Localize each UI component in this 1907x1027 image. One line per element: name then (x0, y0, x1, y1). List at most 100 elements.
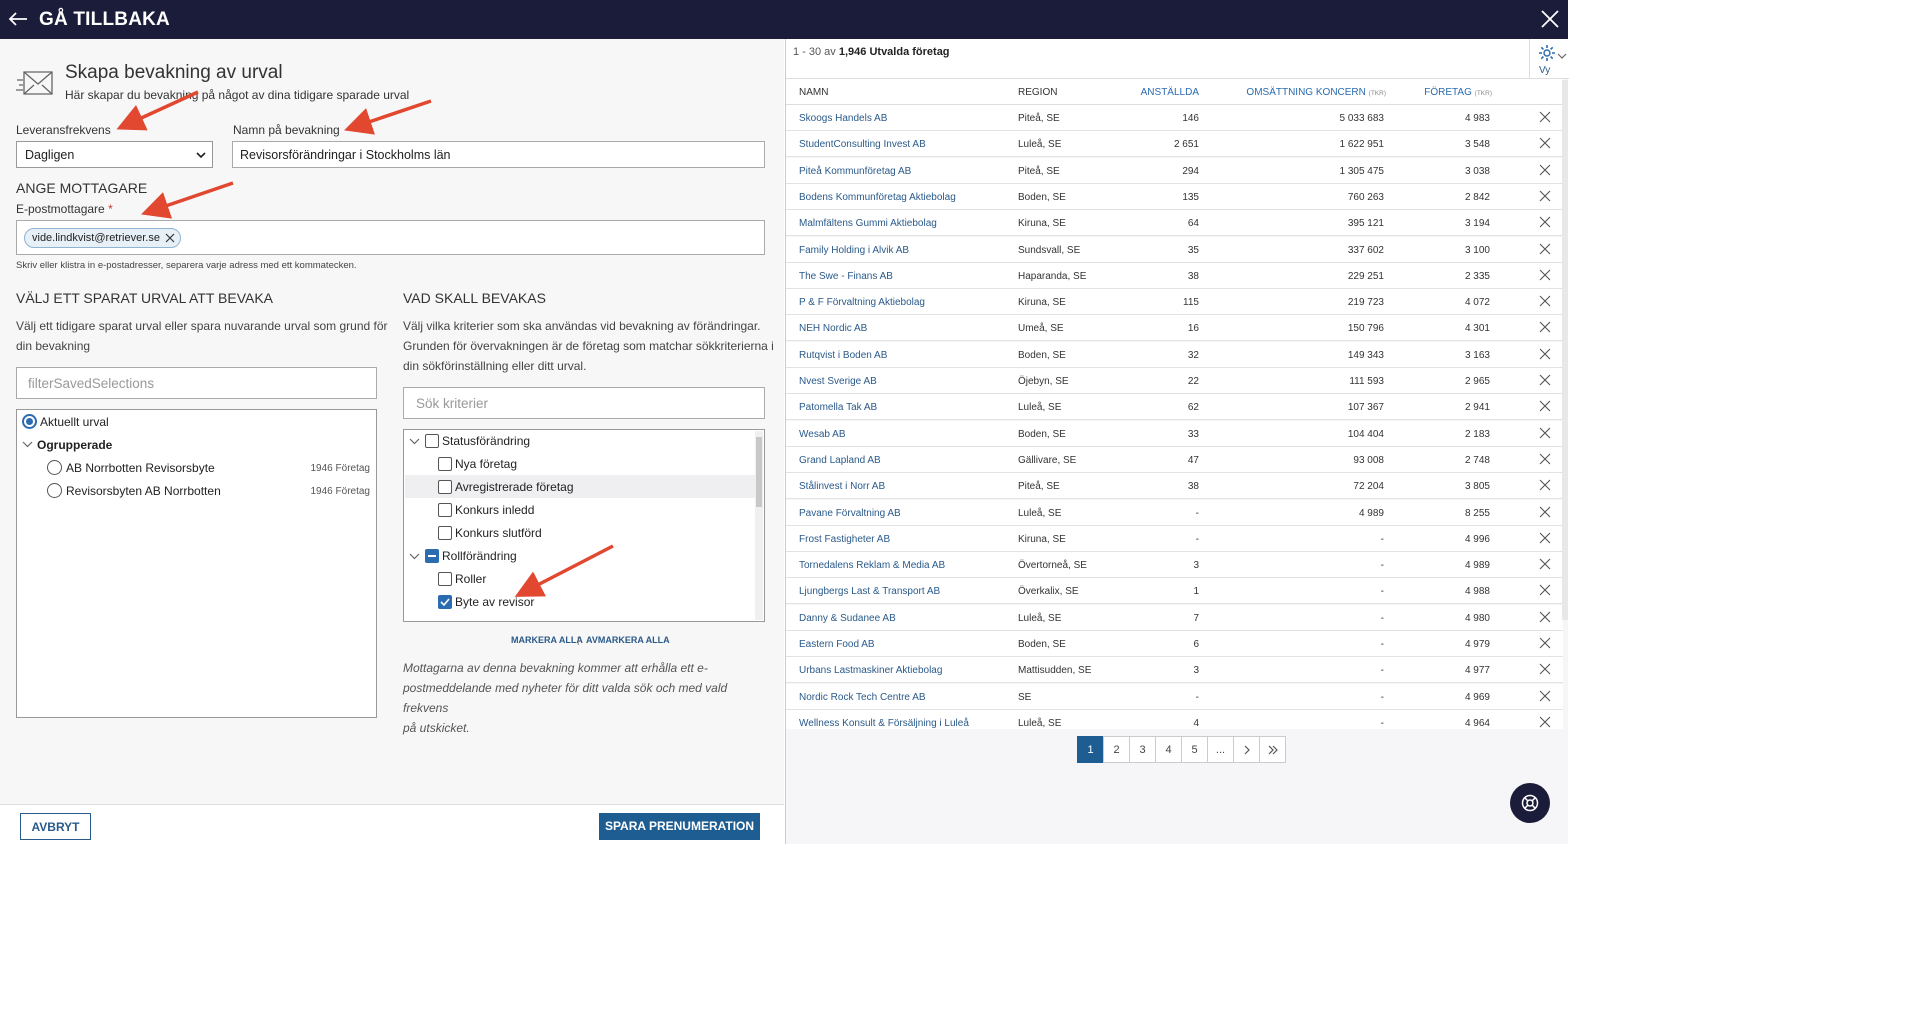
remove-row-icon[interactable] (1539, 164, 1551, 176)
remove-row-icon[interactable] (1539, 532, 1551, 544)
remove-row-icon[interactable] (1539, 479, 1551, 491)
scrollbar-thumb[interactable] (756, 437, 762, 507)
help-button[interactable] (1510, 783, 1550, 823)
last-page-button[interactable] (1259, 736, 1286, 763)
table-row[interactable]: Wellness Konsult & Försäljning i Luleå Lu… (786, 709, 1563, 729)
chevron-down-icon[interactable] (409, 436, 420, 447)
remove-row-icon[interactable] (1539, 611, 1551, 623)
table-row[interactable]: Stålinvest i Norr AB Piteå, SE 38 72 204 3 8… (786, 473, 1563, 500)
checkbox-bankruptcy-completed[interactable] (438, 526, 452, 540)
chevron-down-icon[interactable] (409, 551, 420, 562)
select-all-link[interactable]: MARKERA ALLA (511, 635, 583, 645)
company-name-link[interactable]: Stålinvest i Norr AB (799, 481, 885, 492)
subscription-name-input[interactable]: Revisorsförändringar i Stockholms län (232, 141, 765, 168)
company-name-link[interactable]: Rutqvist i Boden AB (799, 350, 887, 361)
remove-row-icon[interactable] (1539, 295, 1551, 307)
table-row[interactable]: Pavane Förvaltning AB Luleå, SE - 4 989 8 25… (786, 499, 1563, 526)
table-row[interactable]: Nordic Rock Tech Centre AB SE - - 4 969 (786, 683, 1563, 710)
radio-saved-selection[interactable] (47, 483, 62, 498)
remove-row-icon[interactable] (1539, 584, 1551, 596)
table-row[interactable]: Nvest Sverige AB Öjebyn, SE 22 111 593 2 965 (786, 368, 1563, 394)
remove-row-icon[interactable] (1539, 716, 1551, 728)
table-row[interactable]: Ljungbergs Last & Transport AB Överkalix,… (786, 578, 1563, 605)
chevron-down-icon[interactable] (22, 439, 33, 450)
company-name-link[interactable]: Nordic Rock Tech Centre AB (799, 692, 926, 703)
remove-row-icon[interactable] (1539, 637, 1551, 649)
table-row[interactable]: Wesab AB Boden, SE 33 104 404 2 183 (786, 420, 1563, 447)
company-name-link[interactable]: Wesab AB (799, 429, 846, 440)
company-name-link[interactable]: Tornedalens Reklam & Media AB (799, 560, 945, 571)
company-name-link[interactable]: Ljungbergs Last & Transport AB (799, 586, 940, 597)
company-name-link[interactable]: The Swe - Finans AB (799, 271, 893, 282)
checkbox-auditor-change[interactable] (438, 595, 452, 609)
saved-selection-item[interactable]: Revisorsbyten AB Norrbotten (66, 484, 221, 498)
checkbox-roles[interactable] (438, 572, 452, 586)
company-name-link[interactable]: Wellness Konsult & Försäljning i Luleå (799, 718, 969, 729)
checkbox-bankruptcy-started[interactable] (438, 503, 452, 517)
criteria-search-input[interactable]: Sök kriterier (403, 387, 765, 419)
close-icon[interactable] (1538, 7, 1562, 31)
table-row[interactable]: Patomella Tak AB Luleå, SE 62 107 367 2 941 (786, 394, 1563, 421)
table-row[interactable]: Bodens Kommunföretag Aktiebolag Boden, SE… (786, 183, 1563, 210)
saved-selection-item[interactable]: AB Norrbotten Revisorsbyte (66, 461, 215, 475)
frequency-select[interactable]: Dagligen (16, 141, 213, 168)
company-name-link[interactable]: Frost Fastigheter AB (799, 534, 890, 545)
page-button[interactable]: 1 (1077, 736, 1104, 763)
table-row[interactable]: StudentConsulting Invest AB Luleå, SE 2 65… (786, 131, 1563, 158)
company-name-link[interactable]: Skoogs Handels AB (799, 113, 887, 124)
remove-row-icon[interactable] (1539, 374, 1551, 386)
results-scrollbar[interactable] (1562, 80, 1568, 620)
company-name-link[interactable]: P & F Förvaltning Aktiebolag (799, 297, 925, 308)
cancel-button[interactable]: AVBRYT (20, 813, 91, 840)
arrow-left-icon[interactable] (6, 6, 30, 32)
company-name-link[interactable]: Bodens Kommunföretag Aktiebolag (799, 192, 956, 203)
remove-row-icon[interactable] (1539, 243, 1551, 255)
company-name-link[interactable]: Eastern Food AB (799, 639, 875, 650)
company-name-link[interactable]: Urbans Lastmaskiner Aktiebolag (799, 665, 942, 676)
email-recipients-input[interactable]: vide.lindkvist@retriever.se (16, 220, 765, 255)
company-name-link[interactable]: Malmfältens Gummi Aktiebolag (799, 218, 937, 229)
table-row[interactable]: The Swe - Finans AB Haparanda, SE 38 229 25… (786, 262, 1563, 289)
company-name-link[interactable]: Pavane Förvaltning AB (799, 508, 901, 519)
table-row[interactable]: Piteå Kommunföretag AB Piteå, SE 294 1 305 … (786, 157, 1563, 184)
table-row[interactable]: Urbans Lastmaskiner Aktiebolag Mattisudde… (786, 657, 1563, 684)
company-name-link[interactable]: StudentConsulting Invest AB (799, 139, 926, 150)
current-selection-label[interactable]: Aktuellt urval (40, 415, 109, 429)
remove-row-icon[interactable] (1539, 269, 1551, 281)
remove-row-icon[interactable] (1539, 137, 1551, 149)
company-name-link[interactable]: Patomella Tak AB (799, 402, 877, 413)
table-row[interactable]: Eastern Food AB Boden, SE 6 - 4 979 (786, 631, 1563, 657)
remove-row-icon[interactable] (1539, 348, 1551, 360)
remove-row-icon[interactable] (1539, 321, 1551, 333)
remove-row-icon[interactable] (1539, 690, 1551, 702)
back-link[interactable]: GÅ TILLBAKA (39, 9, 170, 31)
table-row[interactable]: Danny & Sudanee AB Luleå, SE 7 - 4 980 (786, 604, 1563, 631)
remove-row-icon[interactable] (1539, 453, 1551, 465)
remove-row-icon[interactable] (1539, 111, 1551, 123)
radio-current-selection[interactable] (22, 414, 37, 429)
checkbox-status-change[interactable] (425, 434, 439, 448)
table-row[interactable]: P & F Förvaltning Aktiebolag Kiruna, SE 11… (786, 289, 1563, 316)
remove-row-icon[interactable] (1539, 506, 1551, 518)
company-name-link[interactable]: Nvest Sverige AB (799, 376, 877, 387)
remove-row-icon[interactable] (1539, 663, 1551, 675)
remove-row-icon[interactable] (1539, 427, 1551, 439)
page-button[interactable]: 4 (1155, 736, 1182, 763)
table-row[interactable]: Tornedalens Reklam & Media AB Övertorneå,… (786, 552, 1563, 579)
table-row[interactable]: NEH Nordic AB Umeå, SE 16 150 796 4 301 (786, 315, 1563, 342)
checkbox-new-companies[interactable] (438, 457, 452, 471)
company-name-link[interactable]: Piteå Kommunföretag AB (799, 166, 911, 177)
remove-row-icon[interactable] (1539, 190, 1551, 202)
table-row[interactable]: Rutqvist i Boden AB Boden, SE 32 149 343 3 1… (786, 341, 1563, 368)
page-button[interactable]: 2 (1103, 736, 1130, 763)
table-row[interactable]: Family Holding i Alvik AB Sundsvall, SE 35… (786, 236, 1563, 263)
page-button[interactable]: 3 (1129, 736, 1156, 763)
page-button[interactable]: 5 (1181, 736, 1208, 763)
next-page-button[interactable] (1233, 736, 1260, 763)
table-row[interactable]: Malmfältens Gummi Aktiebolag Kiruna, SE 64… (786, 210, 1563, 237)
table-row[interactable]: Grand Lapland AB Gällivare, SE 47 93 008 2 7… (786, 446, 1563, 473)
company-name-link[interactable]: Family Holding i Alvik AB (799, 245, 909, 256)
company-name-link[interactable]: Grand Lapland AB (799, 455, 881, 466)
checkbox-deregistered[interactable] (438, 480, 452, 494)
table-row[interactable]: Skoogs Handels AB Piteå, SE 146 5 033 683 4 … (786, 105, 1563, 131)
